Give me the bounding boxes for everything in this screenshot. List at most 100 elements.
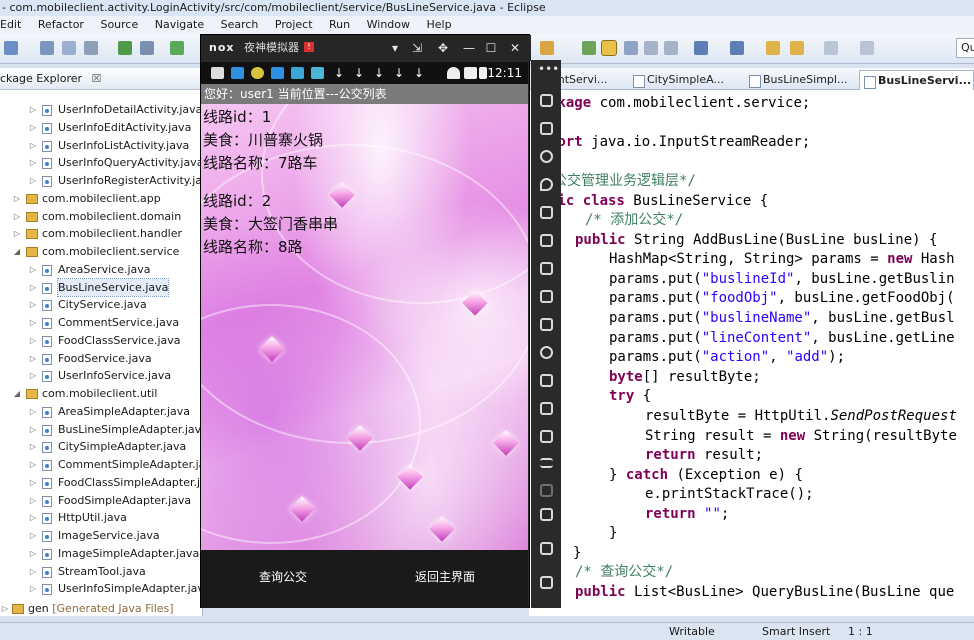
maximize-icon[interactable]: ☐ (481, 35, 501, 61)
expand-arrow-icon[interactable]: ▷ (28, 101, 38, 119)
back-icon[interactable] (766, 41, 780, 55)
more-icon[interactable]: ••• (538, 62, 559, 76)
tree-file[interactable]: ▷ UserInfoRegisterActivity.java (0, 172, 202, 190)
tree-file[interactable]: ▷ CityService.java (0, 296, 202, 314)
tree-package[interactable]: ◢ com.mobileclient.util (0, 385, 202, 403)
expand-arrow-icon[interactable]: ▷ (12, 190, 22, 208)
menu-refactor[interactable]: Refactor (38, 18, 84, 31)
expand-arrow-icon[interactable]: ▷ (28, 509, 38, 527)
record-icon[interactable] (540, 402, 553, 415)
print-icon[interactable] (84, 41, 98, 55)
expand-arrow-icon[interactable]: ▷ (12, 225, 22, 243)
menu-icon[interactable] (540, 458, 553, 468)
menu-search[interactable]: Search (221, 18, 259, 31)
expand-arrow-icon[interactable]: ◢ (12, 385, 22, 403)
tree-file[interactable]: ▷ UserInfoQueryActivity.java (0, 154, 202, 172)
expand-arrow-icon[interactable]: ▷ (28, 527, 38, 545)
route-1-name[interactable]: 线路名称：7路车 (203, 152, 318, 174)
volume-down-icon[interactable] (540, 290, 553, 303)
check-icon[interactable] (170, 41, 184, 55)
close-icon[interactable]: ✕ (505, 35, 525, 61)
nav-history-icon[interactable] (824, 41, 838, 55)
menu-window[interactable]: Window (367, 18, 410, 31)
route-1-id[interactable]: 线路id：1 (203, 106, 271, 128)
format-icon[interactable] (664, 41, 678, 55)
emulator-alert-badge[interactable]: ! (304, 42, 314, 52)
tree-file[interactable]: ▷ ImageService.java (0, 527, 202, 545)
expand-arrow-icon[interactable]: ▷ (28, 421, 38, 439)
tree-file[interactable]: ▷ FoodClassService.java (0, 332, 202, 350)
multi-instance-icon[interactable] (540, 430, 553, 443)
tree-file[interactable]: ▷ CitySimpleAdapter.java (0, 438, 202, 456)
back-to-main-button[interactable]: 返回主界面 (415, 568, 475, 585)
recent-apps-icon[interactable] (540, 576, 553, 589)
close-icon[interactable]: ☒ (92, 72, 102, 85)
tree-file[interactable]: ▷ UserInfoDetailActivity.java (0, 101, 202, 119)
tree-file[interactable]: ▷ BusLineSimpleAdapter.java (0, 421, 202, 439)
open-icon[interactable] (140, 41, 154, 55)
build-icon[interactable] (118, 41, 132, 55)
tree-file[interactable]: ▷ FoodSimpleAdapter.java (0, 492, 202, 510)
phone-icon[interactable] (540, 94, 553, 107)
query-bus-button[interactable]: 查询公交 (259, 568, 307, 585)
tree-file[interactable]: ▷ BusLineService.java (0, 277, 202, 298)
expand-arrow-icon[interactable]: ◢ (12, 243, 22, 261)
tree-package[interactable]: ▷ com.mobileclient.domain (0, 208, 202, 226)
expand-arrow-icon[interactable]: ▷ (28, 296, 38, 314)
expand-arrow-icon[interactable]: ▷ (0, 600, 10, 616)
expand-arrow-icon[interactable]: ▷ (28, 367, 38, 385)
expand-arrow-icon[interactable]: ▷ (28, 332, 38, 350)
tree-file[interactable]: ▷ HttpUtil.java (0, 509, 202, 527)
settings-icon[interactable]: ✥ (433, 35, 453, 61)
route-1-food[interactable]: 美食：川普寨火锅 (203, 129, 323, 151)
toggle-icon[interactable] (624, 41, 638, 55)
expand-arrow-icon[interactable]: ▷ (28, 545, 38, 563)
tree-file[interactable]: ▷ UserInfoService.java (0, 367, 202, 385)
bus-line-list[interactable]: 线路id：1 美食：川普寨火锅 线路名称：7路车 线路id：2 美食：大签门香串… (201, 104, 528, 550)
menu-help[interactable]: Help (427, 18, 452, 31)
robot-icon[interactable] (540, 122, 553, 135)
tree-file[interactable]: ▷ StreamTool.java (0, 563, 202, 581)
expand-arrow-icon[interactable]: ▷ (28, 456, 38, 474)
minimize-icon[interactable]: — (459, 35, 479, 61)
expand-arrow-icon[interactable]: ▷ (28, 580, 38, 598)
save-icon[interactable] (40, 41, 54, 55)
tree-file[interactable]: ▷ UserInfoListActivity.java (0, 137, 202, 155)
save-all-icon[interactable] (62, 41, 76, 55)
route-2-food[interactable]: 美食：大签门香串串 (203, 213, 338, 235)
code-editor[interactable]: entServi... CitySimpleA... BusLineSimpl.… (529, 68, 974, 616)
expand-arrow-icon[interactable]: ▷ (28, 492, 38, 510)
menu-project[interactable]: Project (275, 18, 313, 31)
expand-arrow-icon[interactable]: ▷ (28, 119, 38, 137)
dropdown-icon[interactable]: ▾ (385, 35, 405, 61)
plus-icon[interactable] (540, 484, 553, 497)
scissors-icon[interactable] (540, 150, 553, 163)
expand-arrow-icon[interactable]: ▷ (28, 438, 38, 456)
editor-tab-1[interactable]: CitySimpleA... (629, 70, 724, 90)
expand-arrow-icon[interactable]: ▷ (28, 474, 38, 492)
expand-arrow-icon[interactable]: ▷ (28, 172, 38, 190)
expand-arrow-icon[interactable]: ▷ (28, 279, 38, 297)
expand-arrow-icon[interactable]: ▷ (28, 350, 38, 368)
package-explorer-tab[interactable]: ckage Explorer ☒ (0, 68, 202, 90)
tree-package[interactable]: ◢ com.mobileclient.service (0, 243, 202, 261)
expand-arrow-icon[interactable]: ▷ (28, 261, 38, 279)
macro-icon[interactable] (540, 374, 553, 387)
location-icon[interactable] (540, 178, 553, 191)
editor-tab-active[interactable]: BusLineServi... (859, 70, 974, 90)
forward-icon[interactable] (790, 41, 804, 55)
highlight-icon[interactable] (601, 40, 617, 56)
block-icon[interactable] (644, 41, 658, 55)
expand-arrow-icon[interactable]: ▷ (28, 403, 38, 421)
pin-icon[interactable] (860, 41, 874, 55)
search-toolbar-icon[interactable] (582, 41, 596, 55)
expand-arrow-icon[interactable]: ▷ (12, 208, 22, 226)
wand-icon[interactable] (540, 41, 554, 55)
quick-access-input[interactable]: Qu (956, 38, 974, 58)
menu-source[interactable]: Source (100, 18, 138, 31)
tree-package[interactable]: ▷ com.mobileclient.app (0, 190, 202, 208)
next-annotation-icon[interactable] (694, 41, 708, 55)
tree-file[interactable]: ▷ UserInfoEditActivity.java (0, 119, 202, 137)
fullscreen-icon[interactable] (540, 234, 553, 247)
tree-gen-folder[interactable]: ▷ gen [Generated Java Files] (0, 600, 202, 616)
